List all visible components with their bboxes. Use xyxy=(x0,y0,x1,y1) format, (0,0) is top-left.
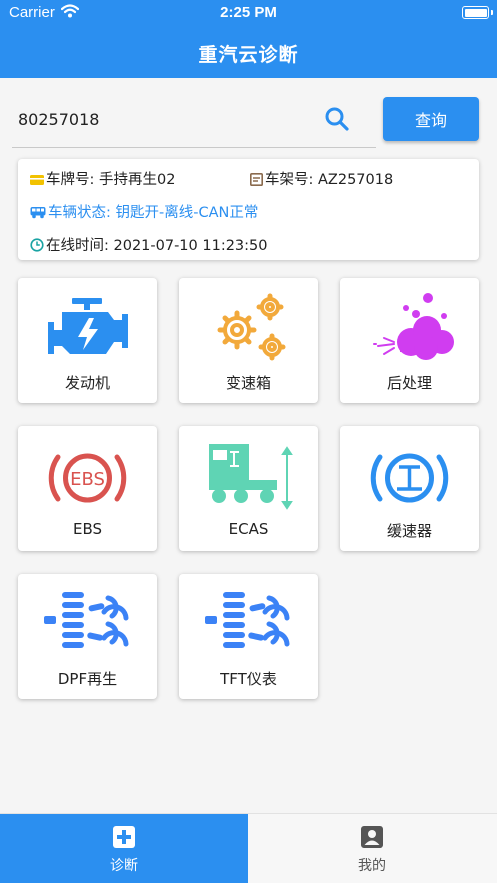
tile-label: 变速箱 xyxy=(225,374,271,392)
plus-square-icon xyxy=(113,826,135,848)
tab-diagnose[interactable]: 诊断 xyxy=(0,814,248,883)
search-input[interactable] xyxy=(18,106,318,132)
tab-mine[interactable]: 我的 xyxy=(248,814,496,883)
truck-suspension-icon xyxy=(209,444,293,510)
frame-text: 车架号: AZ257018 xyxy=(265,172,394,188)
frame-icon xyxy=(250,173,263,186)
tab-bar: 诊断 我的 xyxy=(0,813,497,883)
page-title: 重汽云诊断 xyxy=(198,44,299,66)
tile-label: EBS xyxy=(72,520,103,538)
frame-row: 车架号: AZ257018 xyxy=(250,168,393,189)
tft-dpf-icon xyxy=(205,592,290,648)
retarder-icon xyxy=(370,453,449,503)
plate-text: 车牌号: 手持再生02 xyxy=(46,172,176,188)
engine-icon xyxy=(48,298,128,354)
online-time-row: 在线时间: 2021-07-10 11:23:50 xyxy=(30,234,268,255)
tile-aftertreatment[interactable]: 后处理 xyxy=(340,278,479,403)
user-icon xyxy=(361,826,383,848)
plate-row: 车牌号: 手持再生02 xyxy=(30,168,175,189)
tile-label: DPF再生 xyxy=(57,670,118,688)
tab-label: 诊断 xyxy=(110,858,138,874)
app-header: Carrier 2:25 PM 重汽云诊断 xyxy=(0,0,497,78)
tile-label: 后处理 xyxy=(386,374,432,392)
status-bar: Carrier 2:25 PM xyxy=(0,0,497,26)
tile-ebs[interactable]: EBS EBS xyxy=(18,426,157,551)
tile-label: 缓速器 xyxy=(386,522,432,540)
search-icon[interactable] xyxy=(324,106,350,132)
query-button[interactable]: 查询 xyxy=(383,97,479,141)
ebs-brake-icon: EBS xyxy=(48,453,127,503)
tile-ecas[interactable]: ECAS xyxy=(179,426,318,551)
clock: 2:25 PM xyxy=(220,4,277,21)
exhaust-cloud-icon xyxy=(373,293,454,360)
tab-label: 我的 xyxy=(358,858,386,874)
dpf-icon xyxy=(44,592,129,648)
tile-transmission[interactable]: 变速箱 xyxy=(179,278,318,403)
vehicle-info-card: 车牌号: 手持再生02 车架号: AZ257018 车辆状态: 钥匙开-离线-C… xyxy=(18,159,479,260)
plate-icon xyxy=(30,175,44,185)
status-row: 车辆状态: 钥匙开-离线-CAN正常 xyxy=(30,201,258,222)
search-field[interactable] xyxy=(12,96,376,148)
online-time-text: 在线时间: 2021-07-10 11:23:50 xyxy=(46,238,268,254)
tile-tft-instrument[interactable]: TFT仪表 xyxy=(179,574,318,699)
tile-label: ECAS xyxy=(228,520,269,538)
tile-retarder[interactable]: 缓速器 xyxy=(340,426,479,551)
gears-icon xyxy=(217,293,286,361)
vehicle-status-text: 车辆状态: 钥匙开-离线-CAN正常 xyxy=(48,205,259,221)
tile-dpf-regen[interactable]: DPF再生 xyxy=(18,574,157,699)
battery-icon xyxy=(462,6,489,19)
clock-icon xyxy=(30,238,44,252)
tile-label: 发动机 xyxy=(64,374,110,392)
tile-engine[interactable]: 发动机 xyxy=(18,278,157,403)
bus-icon xyxy=(30,207,46,219)
svg-text:EBS: EBS xyxy=(70,469,105,490)
tile-label: TFT仪表 xyxy=(220,670,277,688)
